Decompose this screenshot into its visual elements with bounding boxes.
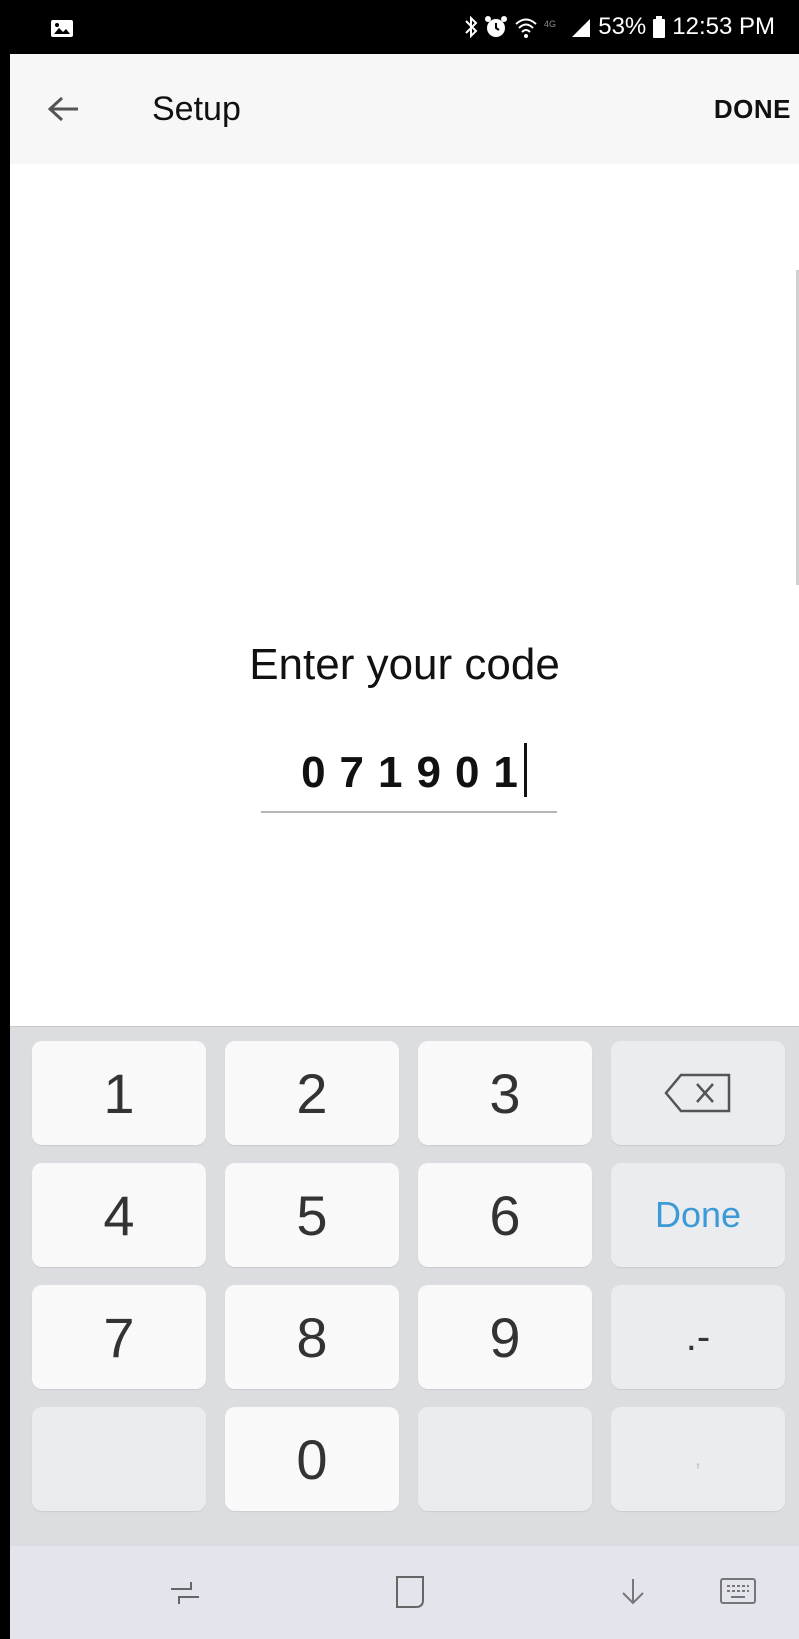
home-button[interactable] (385, 1568, 435, 1616)
code-prompt: Enter your code (249, 640, 560, 689)
code-input[interactable]: 071901 (261, 735, 557, 813)
done-button[interactable]: DONE (714, 94, 791, 125)
text-cursor (523, 743, 527, 797)
key-6[interactable]: 6 (418, 1163, 592, 1267)
recent-apps-icon (171, 1582, 199, 1604)
hide-keyboard-button[interactable] (615, 1570, 659, 1614)
code-input-value: 071901 (301, 748, 532, 797)
numeric-keyboard: 1 2 3 4 5 6 Done 7 8 9 .- 0 , (10, 1026, 799, 1547)
svg-text:4G: 4G (544, 19, 556, 29)
key-4[interactable]: 4 (32, 1163, 206, 1267)
backspace-key[interactable] (611, 1041, 785, 1145)
gallery-icon (51, 20, 73, 37)
wifi-icon (514, 15, 538, 39)
keyboard-done-key[interactable]: Done (611, 1163, 785, 1267)
backspace-icon (664, 1073, 731, 1113)
arrow-left-icon (47, 96, 78, 122)
key-9[interactable]: 9 (418, 1285, 592, 1389)
comma-key[interactable]: , (611, 1407, 785, 1511)
home-icon (396, 1576, 424, 1608)
bluetooth-icon (464, 15, 478, 39)
symbols-key[interactable]: .- (611, 1285, 785, 1389)
blank-key-left (32, 1407, 206, 1511)
key-3[interactable]: 3 (418, 1041, 592, 1145)
page-title: Setup (152, 90, 241, 128)
key-0[interactable]: 0 (225, 1407, 399, 1511)
signal-icon (570, 15, 592, 39)
key-7[interactable]: 7 (32, 1285, 206, 1389)
app-bar: Setup DONE (10, 54, 799, 164)
alarm-icon (484, 15, 508, 39)
back-button[interactable] (38, 84, 88, 134)
keyboard-switch-icon (720, 1578, 756, 1604)
key-5[interactable]: 5 (225, 1163, 399, 1267)
hide-keyboard-icon (622, 1579, 644, 1605)
recent-apps-button[interactable] (160, 1570, 210, 1614)
battery-percent: 53% (598, 13, 647, 40)
keyboard-switch-button[interactable] (716, 1572, 760, 1612)
key-1[interactable]: 1 (32, 1041, 206, 1145)
lte-icon: 4G (544, 15, 564, 39)
battery-icon (652, 15, 666, 39)
navigation-bar (10, 1546, 799, 1639)
blank-key-middle (418, 1407, 592, 1511)
phone-screen: 4G 53% 12:53 PM Setup DONE Enter your co… (10, 0, 799, 1639)
clock: 12:53 PM (672, 13, 775, 40)
key-2[interactable]: 2 (225, 1041, 399, 1145)
status-icons: 4G 53% 12:53 PM (464, 12, 775, 42)
key-8[interactable]: 8 (225, 1285, 399, 1389)
status-bar: 4G 53% 12:53 PM (10, 0, 799, 54)
